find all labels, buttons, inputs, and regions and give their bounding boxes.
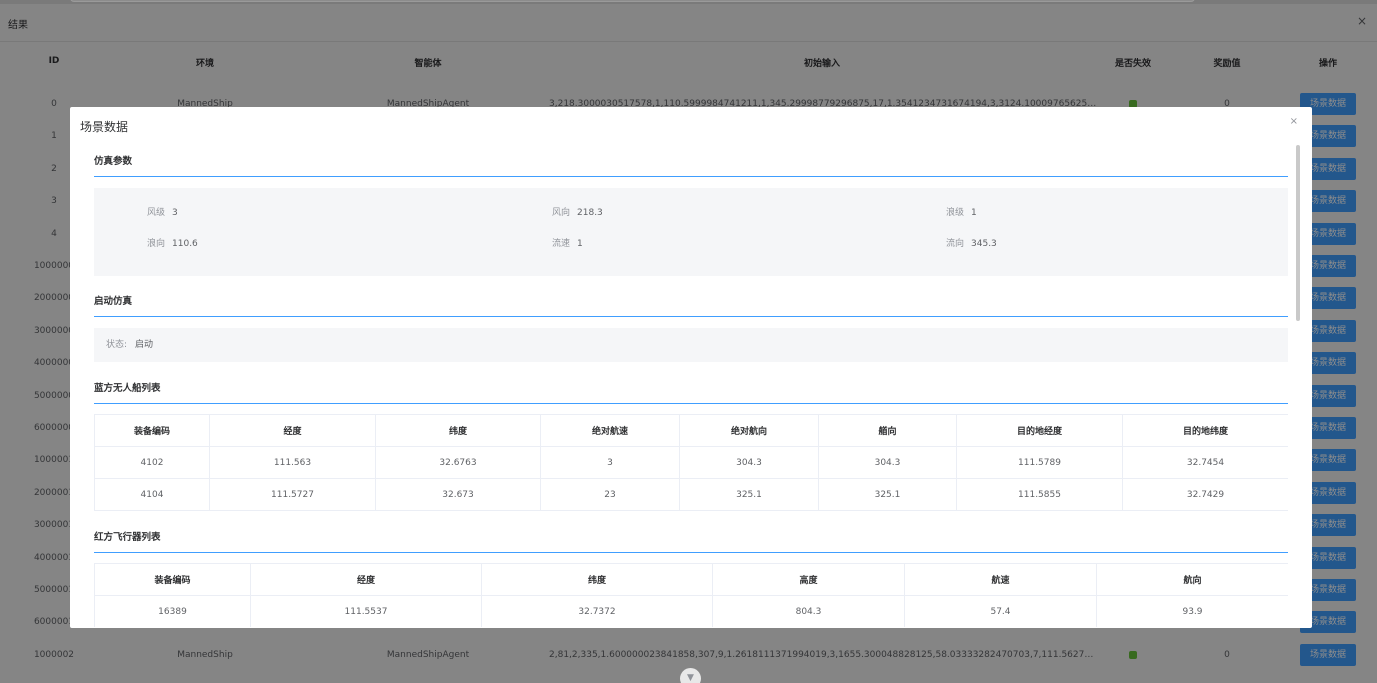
column-header: 环境	[195, 59, 215, 69]
row-initial-input: 2,81,2,335,1.600000023841858,307,9,1.261…	[549, 649, 1099, 660]
table-row: 4102 111.563 32.6763 3 304.3 304.3 111.5789 32.…	[94, 446, 1288, 479]
column-header: 目的地经度	[956, 414, 1123, 447]
status-box: 状态: 启动	[94, 328, 1288, 362]
table-header-row: 装备编码 经度 纬度 绝对航速 绝对航向 艏向 目的地经度 目的地纬度	[94, 414, 1288, 447]
table-cell: 32.7454	[1122, 446, 1288, 479]
param-wind-direction: 风向 218.3	[552, 208, 603, 218]
valid-status-icon	[1129, 650, 1137, 659]
section-title-red-list: 红方飞行器列表	[94, 523, 1288, 553]
table-cell: 111.563	[209, 446, 376, 479]
result-dialog-header: 结果 ×	[0, 4, 1377, 42]
scroll-down-icon[interactable]: ▼	[680, 668, 701, 683]
param-wind-level: 风级 3	[147, 208, 178, 218]
section-title-start-sim: 启动仿真	[94, 287, 1288, 317]
table-cell: 4102	[94, 446, 210, 479]
modal-scrollbar[interactable]	[1296, 145, 1300, 321]
param-current-speed: 流速 1	[552, 239, 583, 249]
table-cell: 23	[540, 478, 680, 511]
column-header: 目的地纬度	[1122, 414, 1288, 447]
param-wave-level: 浪级 1	[946, 208, 977, 218]
table-cell: 304.3	[818, 446, 957, 479]
column-header: ID	[48, 56, 60, 66]
status-value: 启动	[135, 340, 154, 350]
column-header: 艏向	[818, 414, 957, 447]
section-title-sim-params: 仿真参数	[94, 147, 1288, 177]
table-row: 16389 111.5537 32.7372 804.3 57.4 93.9	[94, 595, 1288, 627]
column-header: 绝对航速	[540, 414, 680, 447]
row-id: 1000002	[33, 649, 75, 660]
table-cell: 32.7372	[481, 595, 713, 627]
column-header: 奖励值	[1213, 59, 1241, 69]
close-icon[interactable]: ×	[1357, 14, 1367, 28]
column-header: 纬度	[481, 563, 713, 596]
column-header: 智能体	[414, 59, 442, 69]
table-cell: 32.7429	[1122, 478, 1288, 511]
table-cell: 111.5537	[250, 595, 482, 627]
table-cell: 16389	[94, 595, 251, 627]
modal-body: 仿真参数 风级 3 风向 218.3 浪级 1 浪向 110.6 流速 1 流向 345.3…	[94, 147, 1288, 627]
scene-data-button[interactable]: 场景数据	[1300, 643, 1356, 666]
table-cell: 93.9	[1096, 595, 1288, 627]
table-cell: 304.3	[679, 446, 819, 479]
sim-params-box: 风级 3 风向 218.3 浪级 1 浪向 110.6 流速 1 流向 345.3	[94, 188, 1288, 276]
modal-title: 场景数据	[80, 120, 129, 134]
table-cell: 4104	[94, 478, 210, 511]
table-cell: 32.6763	[375, 446, 541, 479]
scene-data-modal: 场景数据 × 仿真参数 风级 3 风向 218.3 浪级 1 浪向 110.6 流速 1 …	[70, 107, 1312, 628]
section-title-blue-list: 蓝方无人船列表	[94, 374, 1288, 404]
table-cell: 57.4	[904, 595, 1097, 627]
blue-ship-table: 装备编码 经度 纬度 绝对航速 绝对航向 艏向 目的地经度 目的地纬度 4102 111.563 3…	[94, 414, 1288, 511]
column-header: 航速	[904, 563, 1097, 596]
column-header: 高度	[712, 563, 905, 596]
table-cell: 111.5727	[209, 478, 376, 511]
table-cell: 111.5855	[956, 478, 1123, 511]
table-header-row: 装备编码 经度 纬度 高度 航速 航向	[94, 563, 1288, 596]
red-aircraft-table: 装备编码 经度 纬度 高度 航速 航向 16389 111.5537 32.7372 804.3 5…	[94, 563, 1288, 627]
page-search-bar	[70, 0, 1195, 2]
column-header: 经度	[209, 414, 376, 447]
row-reward: 0	[1224, 649, 1230, 660]
param-wave-direction: 浪向 110.6	[147, 239, 198, 249]
result-dialog-title: 结果	[8, 20, 28, 31]
table-cell: 325.1	[818, 478, 957, 511]
table-cell: 3	[540, 446, 680, 479]
column-header: 装备编码	[94, 414, 210, 447]
column-header: 是否失效	[1114, 59, 1152, 69]
column-header: 纬度	[375, 414, 541, 447]
param-current-direction: 流向 345.3	[946, 239, 997, 249]
table-row: 1000002 MannedShip MannedShipAgent 2,81,2,3…	[0, 639, 1377, 671]
column-header: 绝对航向	[679, 414, 819, 447]
row-env: MannedShip	[177, 649, 233, 660]
column-header: 航向	[1096, 563, 1288, 596]
column-header: 装备编码	[94, 563, 251, 596]
column-header: 经度	[250, 563, 482, 596]
table-cell: 111.5789	[956, 446, 1123, 479]
table-row: 4104 111.5727 32.673 23 325.1 325.1 111.5855 32…	[94, 478, 1288, 511]
column-header: 操作	[1318, 59, 1338, 69]
column-header: 初始输入	[803, 59, 841, 69]
status-label: 状态:	[106, 340, 128, 350]
close-icon[interactable]: ×	[1290, 116, 1298, 127]
table-cell: 32.673	[375, 478, 541, 511]
row-agent: MannedShipAgent	[386, 649, 470, 660]
table-cell: 804.3	[712, 595, 905, 627]
table-cell: 325.1	[679, 478, 819, 511]
